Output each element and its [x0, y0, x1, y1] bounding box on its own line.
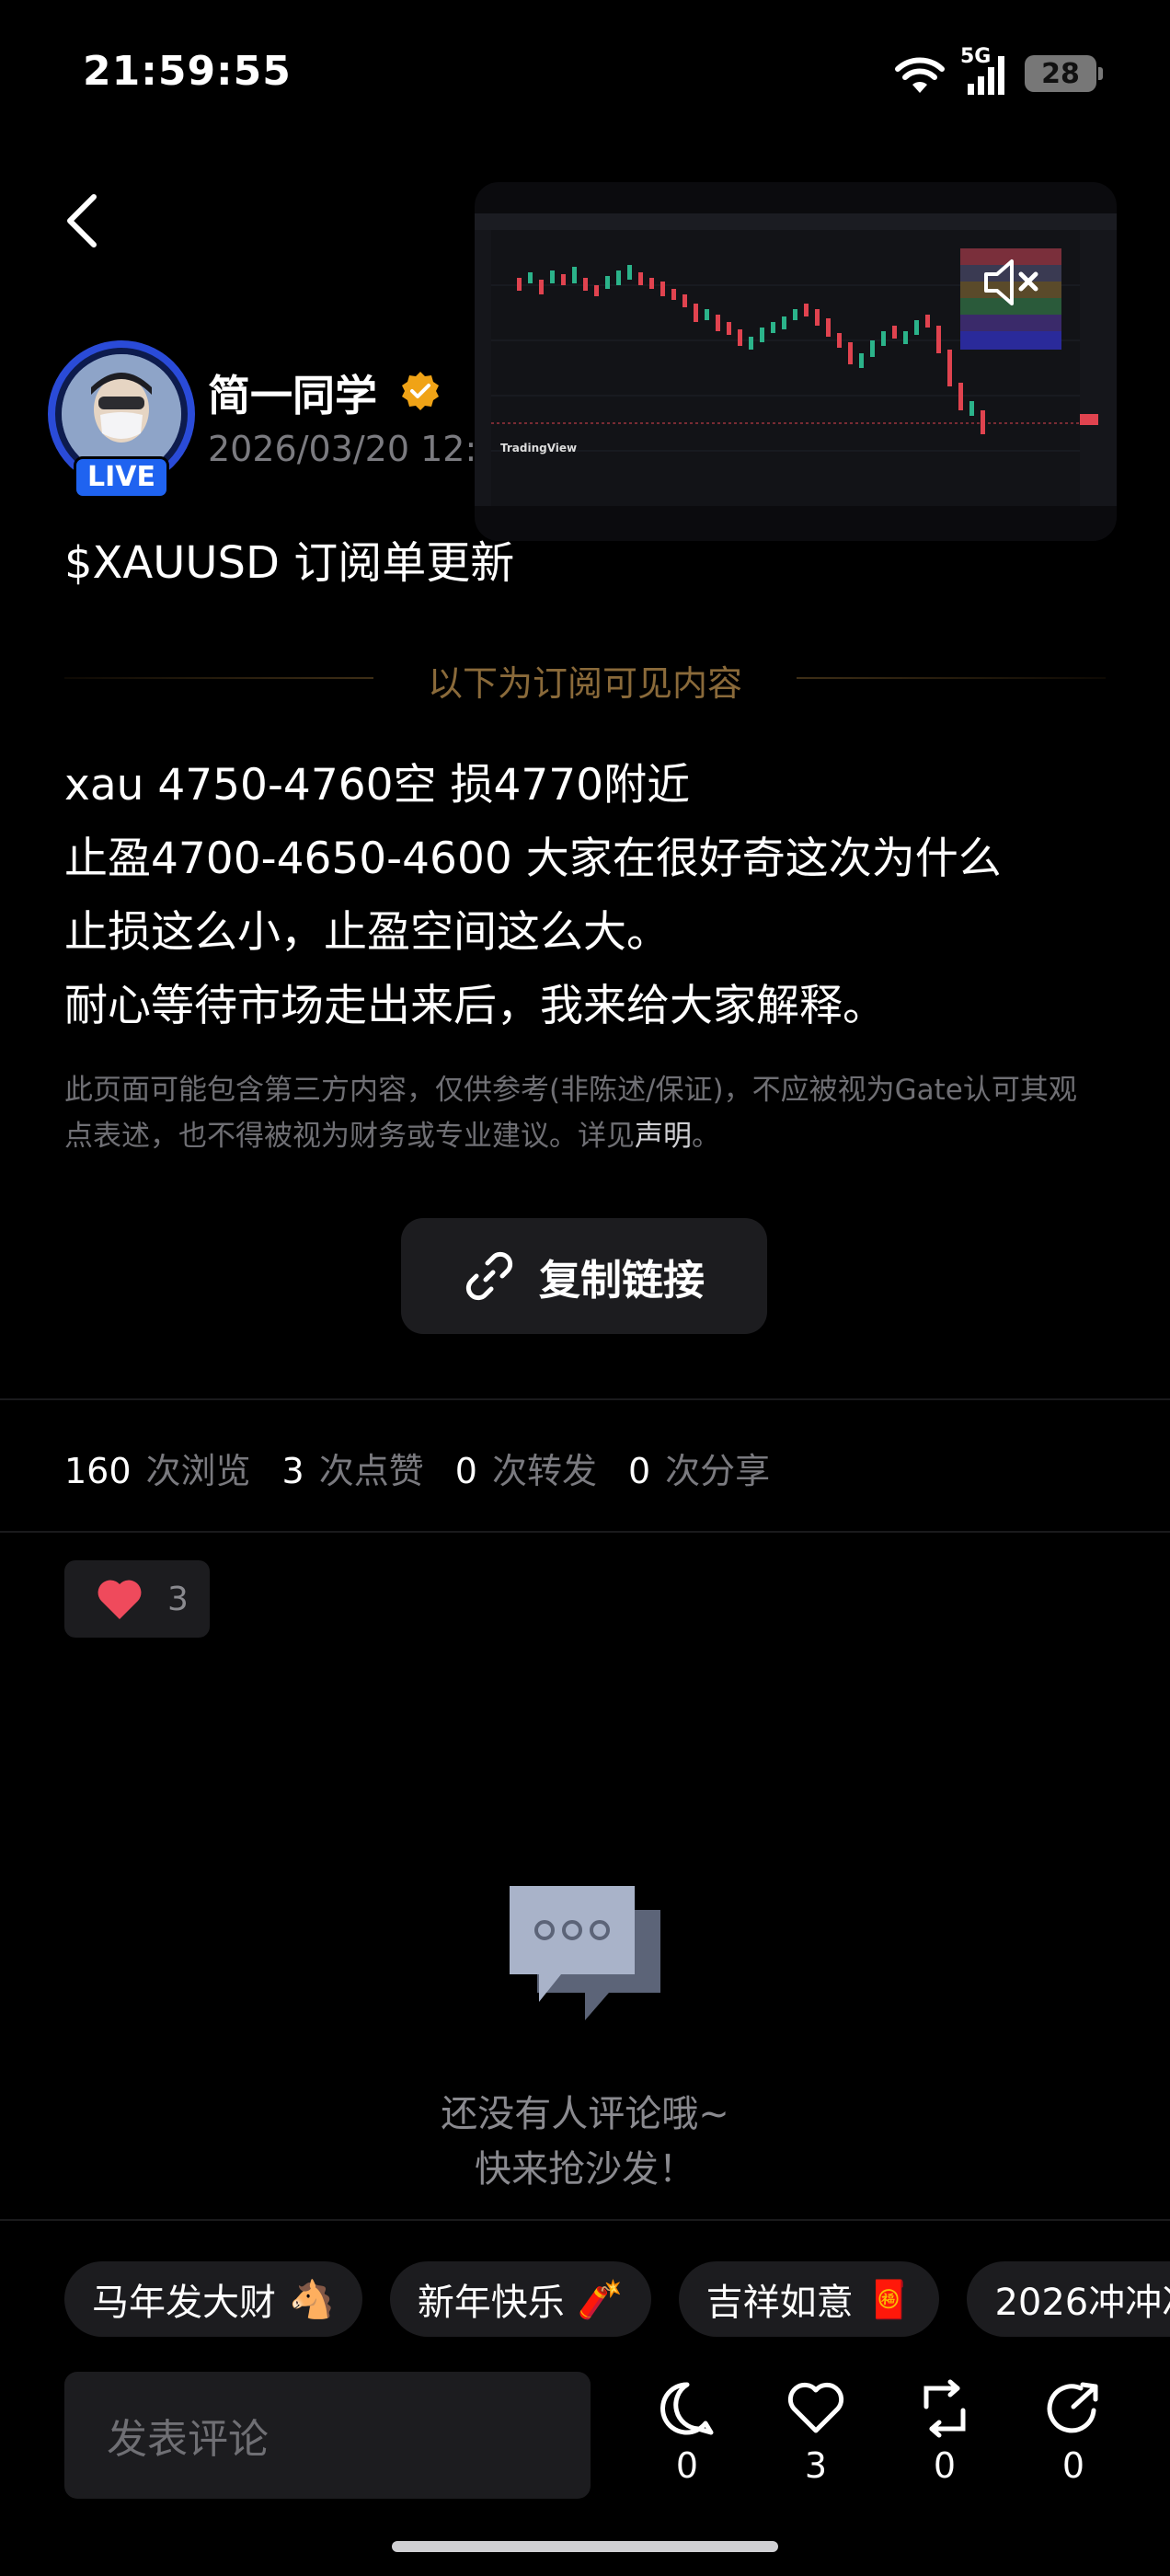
chart-footer	[475, 506, 1117, 541]
firecracker-emoji: 🧨	[577, 2278, 624, 2321]
chart-watermark: TradingView	[500, 442, 578, 454]
quick-comment-row: 马年发大财 🐴 新年快乐 🧨 吉祥如意 🧧 2026冲冲冲	[64, 2261, 1170, 2337]
share-icon	[1047, 2382, 1098, 2433]
empty-comments-line1: 还没有人评论哦~	[441, 2093, 729, 2135]
quick-comment-chip[interactable]: 吉祥如意 🧧	[678, 2261, 940, 2337]
divider	[0, 1531, 1170, 1533]
post-date: 2026/03/20 12:5	[208, 429, 499, 469]
likes-count: 3	[281, 1451, 304, 1491]
repost-count: 0	[933, 2445, 957, 2486]
share-action[interactable]: 0	[1032, 2379, 1115, 2486]
back-button[interactable]	[55, 184, 110, 258]
quick-comment-chip[interactable]: 2026冲冲冲	[967, 2261, 1170, 2337]
post-body-line: 耐心等待市场走出来后，我来给大家解释。	[64, 981, 886, 1031]
quick-comment-chip[interactable]: 新年快乐 🧨	[389, 2261, 651, 2337]
heart-icon	[98, 1580, 142, 1619]
quick-comment-label: 新年快乐	[417, 2282, 565, 2324]
mute-icon[interactable]	[979, 250, 1043, 315]
red-envelope-emoji: 🧧	[866, 2278, 912, 2321]
reposts-label: 次转发	[491, 1451, 597, 1491]
quick-comment-label: 马年发大财	[92, 2282, 276, 2324]
like-action[interactable]: 3	[774, 2379, 857, 2486]
comment-action[interactable]: 0	[646, 2379, 728, 2486]
battery-icon: 28	[1025, 55, 1103, 92]
floating-video-player[interactable]: TradingView	[475, 182, 1117, 541]
post-stats: 160 次浏览 3 次点赞 0 次转发 0 次分享	[64, 1443, 801, 1493]
disclaimer: 此页面可能包含第三方内容，仅供参考(非陈述/保证)，不应被视为Gate认可其观点…	[64, 1067, 1104, 1159]
battery-level: 28	[1041, 57, 1080, 90]
likes-label: 次点赞	[318, 1451, 424, 1491]
heart-reaction-chip[interactable]: 3	[64, 1560, 210, 1638]
repost-action[interactable]: 0	[903, 2379, 986, 2486]
chart-side-toolbar	[475, 230, 491, 506]
post-body-line: 止损这么小，止盈空间这么大。	[64, 907, 670, 958]
divider	[0, 2219, 1170, 2221]
shares-label: 次分享	[665, 1451, 771, 1491]
home-indicator	[392, 2541, 778, 2552]
live-badge: LIVE	[74, 456, 169, 499]
cellular-signal-icon: 5G	[960, 45, 1012, 97]
heart-outline-icon	[787, 2382, 844, 2433]
wifi-icon	[895, 57, 945, 93]
chevron-left-icon	[67, 194, 97, 247]
quick-comment-label: 2026冲冲冲	[994, 2282, 1170, 2324]
post-body: xau 4750-4760空 损4770附近 止盈4700-4650-4600 …	[64, 749, 1122, 1043]
disclaimer-suffix: 。	[692, 1120, 720, 1153]
disclaimer-link[interactable]: 声明	[635, 1120, 692, 1153]
divider	[0, 1398, 1170, 1400]
status-icons: 5G 28	[892, 45, 1103, 99]
reaction-count: 3	[167, 1580, 189, 1618]
chart-toolbar	[475, 213, 1117, 230]
views-label: 次浏览	[145, 1451, 251, 1491]
subscription-divider-label: 以下为订阅可见内容	[427, 663, 742, 704]
empty-comments-message: 还没有人评论哦~ 快来抢沙发！	[0, 2087, 1170, 2197]
quick-comment-label: 吉祥如意	[705, 2282, 854, 2324]
quick-comment-chip[interactable]: 马年发大财 🐴	[64, 2261, 362, 2337]
verified-badge-icon	[402, 372, 439, 410]
post-title: $XAUUSD 订阅单更新	[64, 537, 515, 589]
repost-icon	[923, 2379, 966, 2438]
comment-bubbles-icon	[510, 1886, 660, 2020]
post-body-line: 止盈4700-4650-4600 大家在很好奇这次为什么	[64, 834, 1002, 884]
views-count: 160	[64, 1451, 132, 1491]
author-name[interactable]: 简一同学	[208, 362, 377, 423]
like-count: 3	[804, 2445, 828, 2486]
copy-link-label: 复制链接	[538, 1255, 705, 1305]
post-body-line: xau 4750-4760空 损4770附近	[64, 760, 691, 811]
disclaimer-text: 此页面可能包含第三方内容，仅供参考(非陈述/保证)，不应被视为Gate认可其观点…	[64, 1074, 1077, 1153]
chart-right-toolbar	[1096, 230, 1117, 506]
comment-count: 0	[675, 2445, 699, 2486]
comment-icon	[660, 2382, 714, 2435]
link-icon	[465, 1251, 513, 1301]
reposts-count: 0	[454, 1451, 477, 1491]
copy-link-button[interactable]: 复制链接	[401, 1218, 767, 1334]
shares-count: 0	[627, 1451, 651, 1491]
share-count: 0	[1061, 2445, 1085, 2486]
empty-comments-line2: 快来抢沙发！	[475, 2148, 695, 2191]
horse-emoji: 🐴	[289, 2278, 335, 2321]
comment-input[interactable]: 发表评论	[64, 2372, 591, 2499]
status-time: 21:59:55	[83, 48, 292, 95]
